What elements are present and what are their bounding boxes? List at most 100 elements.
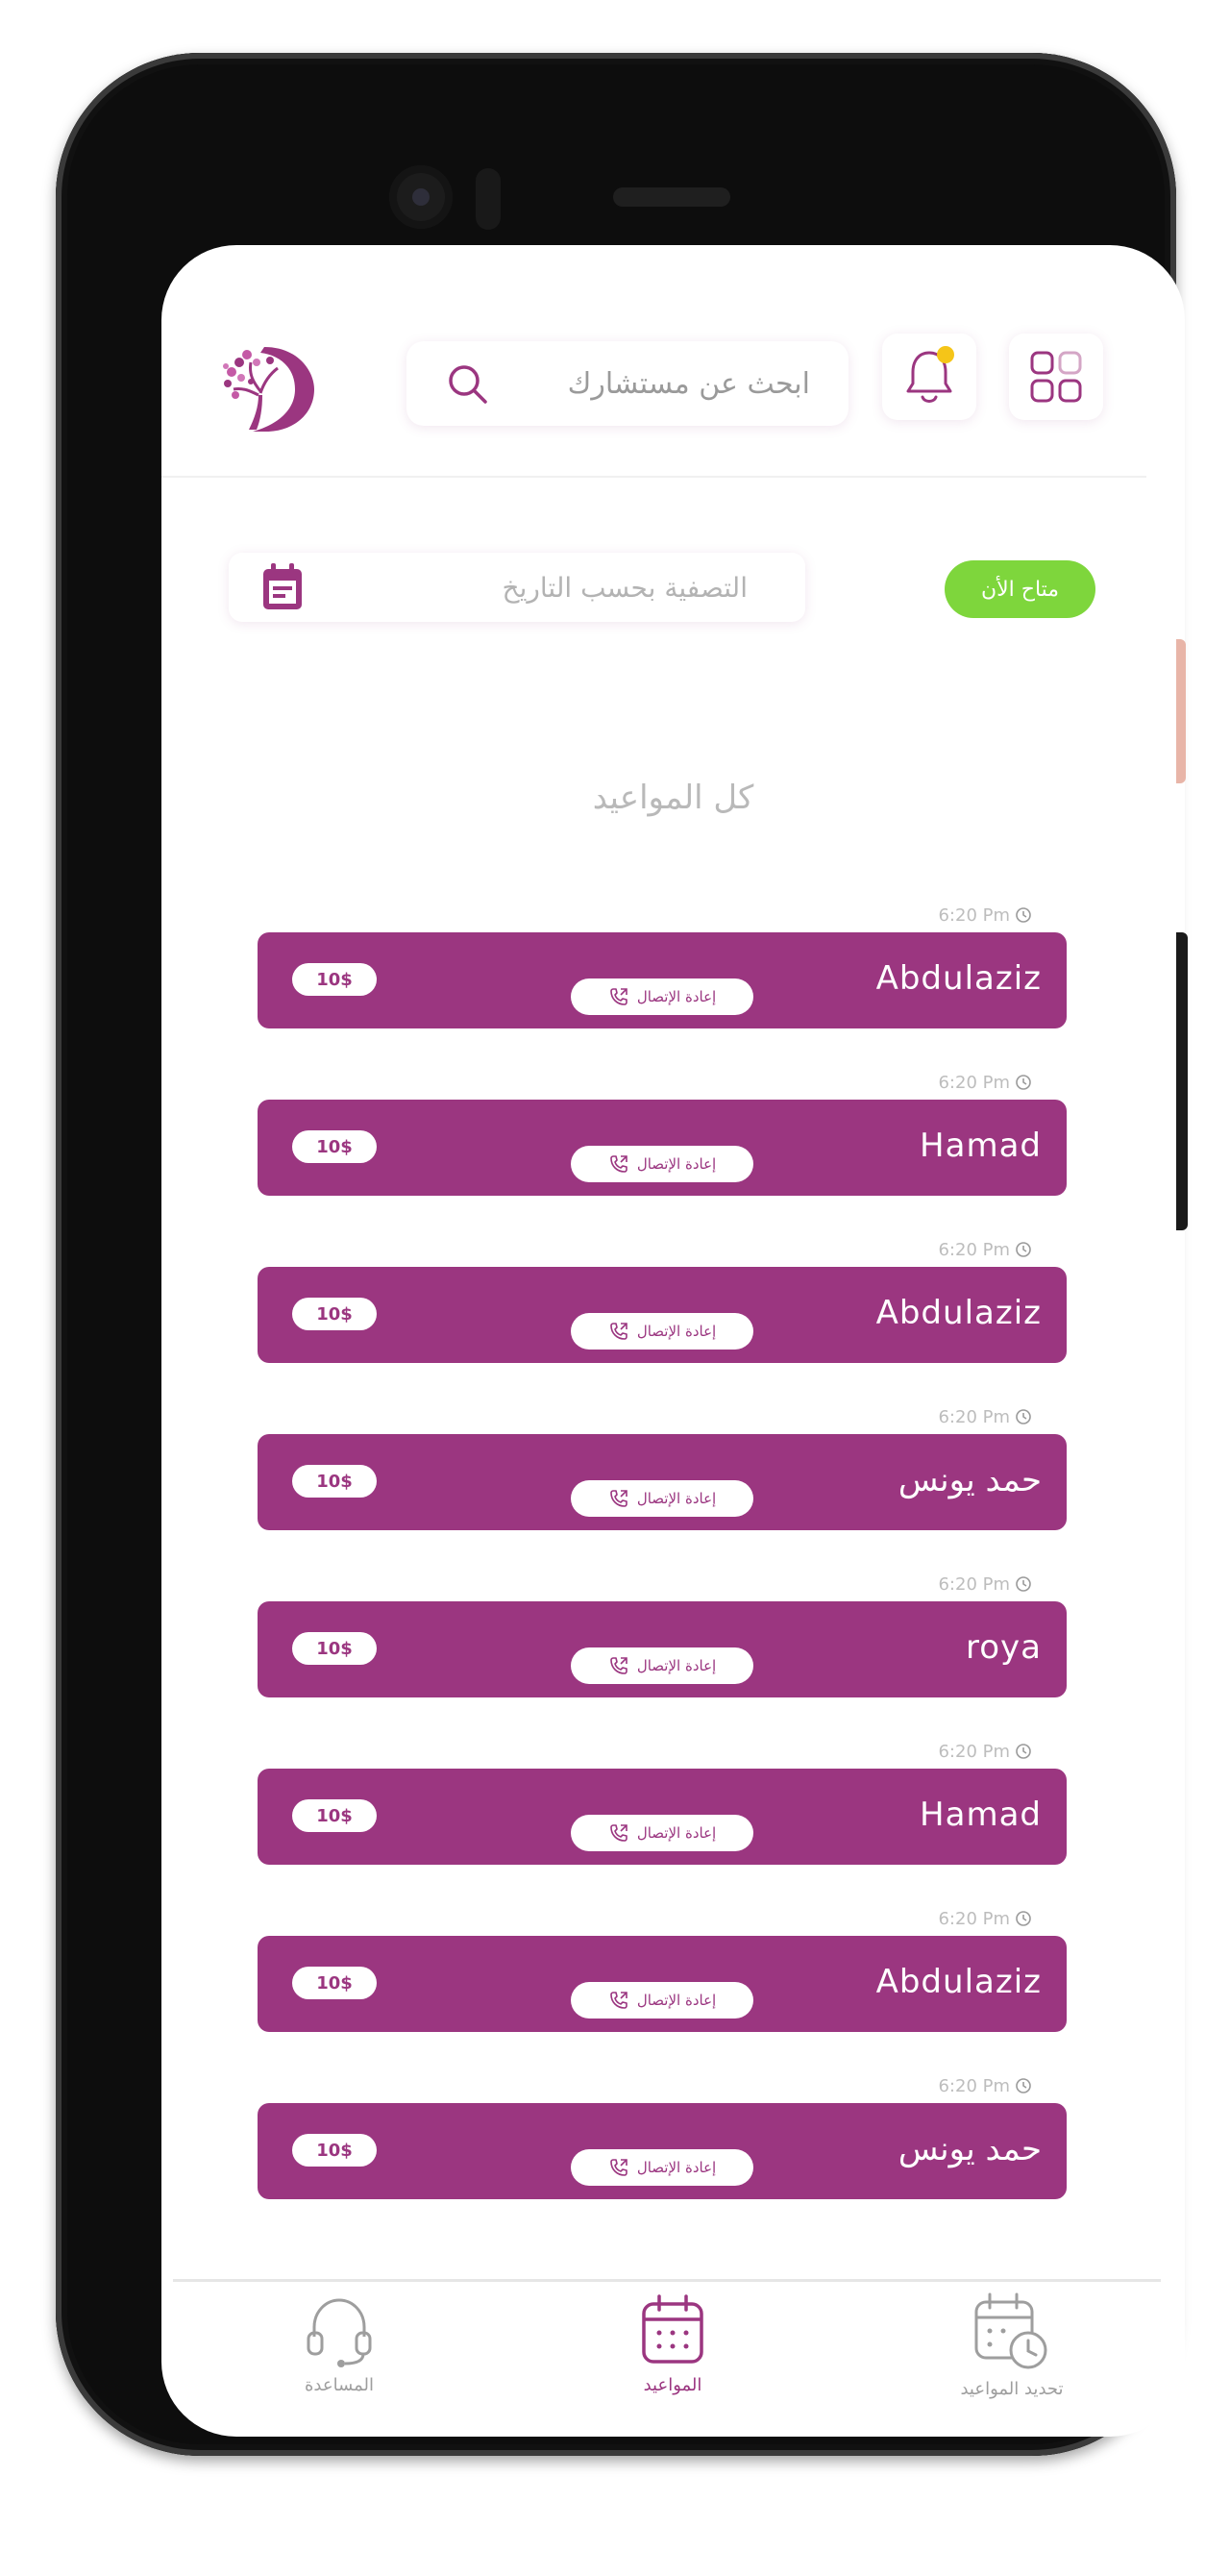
recall-label: إعادة الإتصال [636,1323,717,1340]
app-screen: ابحث عن مستشارك التصفية بحسب التاريخ متا… [161,245,1185,2437]
search-bar[interactable]: ابحث عن مستشارك [406,341,849,426]
appointment-card[interactable]: 10$ إعادة الإتصال roya [258,1601,1067,1697]
calendar-icon[interactable] [258,561,308,613]
price-badge: 10$ [292,1465,377,1498]
appointment-time: 6:20 Pm [938,904,1010,926]
phone-recall-icon [610,1323,627,1340]
appointment-card[interactable]: 10$ إعادة الإتصال Abdulaziz [258,1936,1067,2032]
recall-label: إعادة الإتصال [636,1657,717,1674]
recall-button[interactable]: إعادة الإتصال [571,1982,753,2019]
menu-button[interactable] [1009,334,1103,420]
appointment-card[interactable]: 10$ إعادة الإتصال حمد يونس [258,1434,1067,1530]
recall-button[interactable]: إعادة الإتصال [571,978,753,1015]
clock-icon [1016,1911,1031,1926]
phone-recall-icon [610,1155,627,1173]
appointment-time-row: 6:20 Pm [938,904,1032,927]
price-badge: 10$ [292,1298,377,1330]
phone-recall-icon [610,1824,627,1842]
consultant-name: Abdulaziz [875,1294,1042,1332]
price-badge: 10$ [292,1632,377,1665]
price-badge: 10$ [292,2134,377,2167]
volume-button [1176,932,1188,1230]
nav-label-help: المساعدة [304,2375,375,2395]
price-badge: 10$ [292,1130,377,1163]
recall-label: إعادة الإتصال [636,1992,717,2009]
calendar-clock-icon [974,2292,1047,2369]
clock-icon [1016,2078,1031,2093]
appointment-card[interactable]: 10$ إعادة الإتصال Abdulaziz [258,932,1067,1028]
recall-label: إعادة الإتصال [636,1155,717,1173]
phone-recall-icon [610,988,627,1005]
search-icon[interactable] [445,361,489,406]
recall-label: إعادة الإتصال [636,1490,717,1507]
price-badge: 10$ [292,1967,377,1999]
recall-button[interactable]: إعادة الإتصال [571,1480,753,1517]
appointment-card[interactable]: 10$ إعادة الإتصال Abdulaziz [258,1267,1067,1363]
phone-recall-icon [610,2159,627,2176]
appointment-time: 6:20 Pm [938,1072,1010,1093]
appointment-time-row: 6:20 Pm [938,1740,1032,1763]
appointment-time-row: 6:20 Pm [938,1405,1032,1428]
recall-button[interactable]: إعادة الإتصال [571,1647,753,1684]
appointment-time-row: 6:20 Pm [938,1907,1032,1930]
consultant-name: Abdulaziz [875,1963,1042,2001]
appointment-card[interactable]: 10$ إعادة الإتصال حمد يونس [258,2103,1067,2199]
clock-icon [1016,1744,1031,1759]
appointment-time-row: 6:20 Pm [938,1573,1032,1596]
appointment-time-row: 6:20 Pm [938,1238,1032,1261]
phone-recall-icon [610,1490,627,1507]
consultant-name: حمد يونس [898,1461,1042,1499]
nav-item-appointments[interactable]: المواعيد [567,2292,778,2408]
recall-button[interactable]: إعادة الإتصال [571,1146,753,1182]
appointment-time: 6:20 Pm [938,1573,1010,1595]
consultant-name: roya [966,1628,1042,1667]
appointment-card[interactable]: 10$ إعادة الإتصال Hamad [258,1100,1067,1196]
page-title: كل المواعيد [592,779,754,817]
side-button-accent [1176,639,1186,783]
appointment-card[interactable]: 10$ إعادة الإتصال Hamad [258,1769,1067,1865]
consultant-name: Hamad [920,1796,1042,1834]
appointment-time: 6:20 Pm [938,1239,1010,1260]
nav-label-appointments: المواعيد [643,2375,702,2395]
nav-item-help[interactable]: المساعدة [234,2292,445,2408]
consultant-name: Hamad [920,1127,1042,1165]
header-divider [161,476,1146,478]
appointment-time: 6:20 Pm [938,1406,1010,1427]
price-badge: 10$ [292,1799,377,1832]
phone-frame: ابحث عن مستشارك التصفية بحسب التاريخ متا… [56,53,1185,2456]
consultant-name: Abdulaziz [875,959,1042,998]
clock-icon [1016,1576,1031,1592]
clock-icon [1016,1409,1031,1424]
recall-label: إعادة الإتصال [636,1824,717,1842]
price-badge: 10$ [292,963,377,996]
recall-label: إعادة الإتصال [636,2159,717,2176]
recall-button[interactable]: إعادة الإتصال [571,2149,753,2186]
headset-icon [307,2298,372,2367]
proximity-sensor [476,168,501,230]
logo-icon [223,347,314,432]
calendar-icon [642,2294,703,2364]
recall-button[interactable]: إعادة الإتصال [571,1815,753,1851]
appointment-time: 6:20 Pm [938,1908,1010,1929]
appointment-time-row: 6:20 Pm [938,2074,1032,2097]
clock-icon [1016,907,1031,923]
date-filter-input[interactable]: التصفية بحسب التاريخ [503,572,749,604]
nav-label-schedule: تحديد المواعيد [960,2379,1064,2399]
recall-label: إعادة الإتصال [636,988,717,1005]
recall-button[interactable]: إعادة الإتصال [571,1313,753,1350]
appointment-time: 6:20 Pm [938,1741,1010,1762]
nav-item-schedule[interactable]: تحديد المواعيد [906,2292,1118,2408]
notifications-button[interactable] [882,334,976,420]
search-input[interactable]: ابحث عن مستشارك [568,367,810,401]
bell-icon [906,346,954,403]
consultant-name: حمد يونس [898,2130,1042,2168]
available-now-badge[interactable]: متاح الأن [945,560,1095,618]
phone-recall-icon [610,1657,627,1674]
earpiece-speaker [613,187,730,207]
grid-menu-icon [1030,351,1082,403]
appointment-time-row: 6:20 Pm [938,1071,1032,1094]
phone-recall-icon [610,1992,627,2009]
appointment-time: 6:20 Pm [938,2075,1010,2096]
date-filter[interactable]: التصفية بحسب التاريخ [229,553,805,622]
bottom-nav-divider [173,2279,1161,2282]
